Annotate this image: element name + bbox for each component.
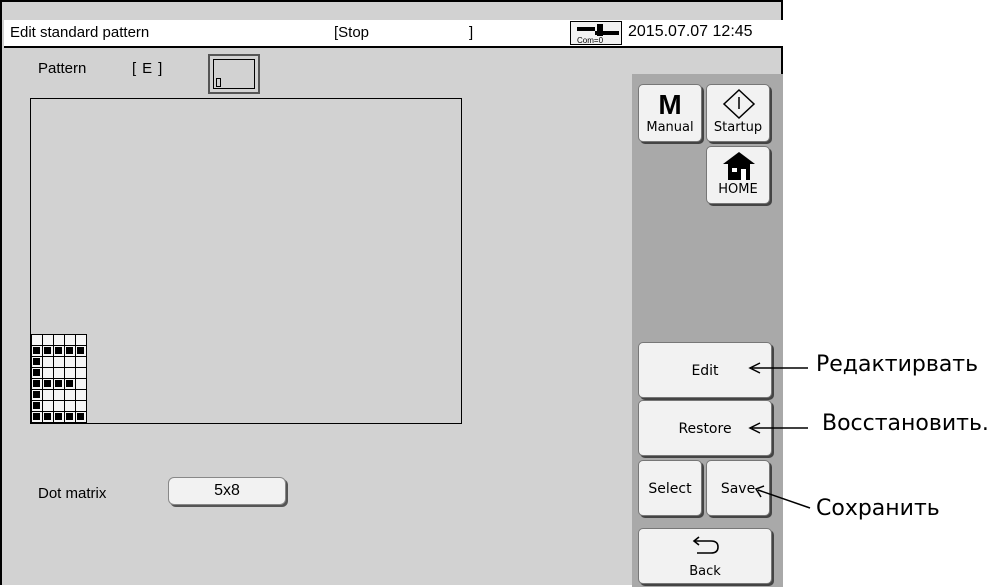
dot-cell[interactable] [32, 335, 43, 346]
datetime: 2015.07.07 12:45 [628, 23, 753, 40]
machine-status: [Stop [334, 24, 370, 41]
dot-matrix-label: Dot matrix [38, 485, 107, 502]
manual-m-icon: M [658, 89, 682, 120]
dot-cell[interactable] [65, 357, 76, 368]
dot-cell[interactable] [54, 368, 65, 379]
dot-matrix-size-button[interactable]: 5x8 [168, 477, 286, 505]
back-label: Back [689, 564, 721, 579]
dot-cell[interactable] [76, 335, 87, 346]
back-arrow-icon [692, 536, 719, 554]
dot-cell[interactable] [54, 401, 65, 412]
dot-cell[interactable] [65, 346, 76, 357]
dot-cell[interactable] [43, 379, 54, 390]
dot-cell[interactable] [65, 401, 76, 412]
startup-label: Startup [713, 120, 763, 135]
dot-cell[interactable] [65, 390, 76, 401]
sidebar: M Manual Startup HOME Edit Restore Selec… [632, 74, 783, 587]
dot-cell[interactable] [43, 357, 54, 368]
save-button[interactable]: Save [706, 460, 770, 516]
dot-cell[interactable] [32, 412, 43, 423]
manual-label: Manual [646, 120, 694, 135]
dot-cell[interactable] [76, 412, 87, 423]
dot-cell[interactable] [65, 335, 76, 346]
pattern-code: [E] [132, 60, 169, 77]
dot-cell[interactable] [32, 368, 43, 379]
dot-cell[interactable] [43, 401, 54, 412]
dot-cell[interactable] [76, 401, 87, 412]
dot-cell[interactable] [43, 346, 54, 357]
dot-cell[interactable] [54, 335, 65, 346]
title-bar: Edit standard pattern [Stop ] Com=0 2015… [4, 20, 783, 48]
dot-cell[interactable] [32, 357, 43, 368]
dot-cell[interactable] [65, 412, 76, 423]
home-label: HOME [718, 182, 758, 197]
dot-cell[interactable] [76, 379, 87, 390]
select-button[interactable]: Select [638, 460, 702, 516]
dot-cell[interactable] [54, 412, 65, 423]
page-title: Edit standard pattern [10, 24, 150, 41]
dot-cell[interactable] [65, 379, 76, 390]
dot-cell[interactable] [32, 401, 43, 412]
dot-cell[interactable] [43, 390, 54, 401]
dot-cell[interactable] [43, 412, 54, 423]
dot-cell[interactable] [65, 368, 76, 379]
pattern-preview-thumbnail[interactable] [208, 54, 260, 94]
dot-cell[interactable] [32, 379, 43, 390]
machine-status-bracket: ] [469, 24, 474, 41]
dot-cell[interactable] [43, 368, 54, 379]
dot-cell[interactable] [43, 335, 54, 346]
dot-cell[interactable] [32, 390, 43, 401]
dot-cell[interactable] [76, 357, 87, 368]
restore-button[interactable]: Restore [638, 400, 772, 456]
dot-cell[interactable] [54, 379, 65, 390]
dot-matrix-grid[interactable] [31, 334, 87, 423]
com-label: Com=0 [577, 36, 604, 45]
hmi-screen: Edit standard pattern [Stop ] Com=0 2015… [0, 0, 783, 587]
pattern-edit-canvas[interactable] [30, 98, 462, 424]
dot-cell[interactable] [76, 346, 87, 357]
dot-cell[interactable] [76, 390, 87, 401]
dot-cell[interactable] [54, 346, 65, 357]
pattern-label: Pattern [38, 60, 87, 77]
dot-cell[interactable] [32, 346, 43, 357]
dot-cell[interactable] [76, 368, 87, 379]
annotation-save: Сохранить [816, 496, 940, 521]
dot-cell[interactable] [54, 390, 65, 401]
annotation-edit: Редактирвать [816, 352, 979, 377]
back-button[interactable]: Back [638, 528, 772, 584]
communication-icon: Com=0 [570, 21, 622, 45]
dot-cell[interactable] [54, 357, 65, 368]
startup-button[interactable]: Startup [706, 84, 770, 142]
annotation-restore: Восстановить. [822, 411, 989, 436]
manual-button[interactable]: M Manual [638, 84, 702, 142]
diamond-start-icon [722, 88, 756, 120]
home-icon [723, 152, 755, 180]
edit-button[interactable]: Edit [638, 342, 772, 398]
home-button[interactable]: HOME [706, 146, 770, 204]
